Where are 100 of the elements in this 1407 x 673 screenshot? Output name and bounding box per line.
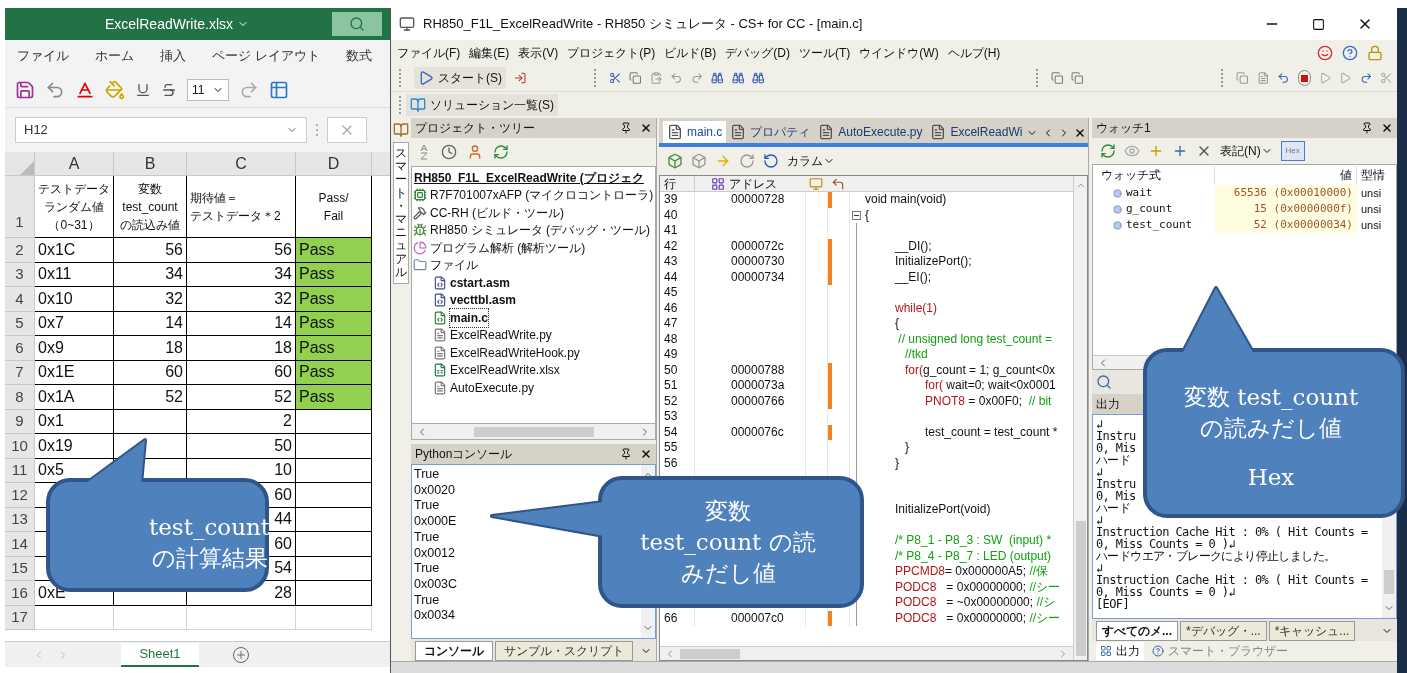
pin-icon[interactable] <box>620 122 632 134</box>
book-icon[interactable] <box>410 97 426 113</box>
paste-icon[interactable] <box>649 70 663 86</box>
column-header[interactable]: B <box>114 152 187 175</box>
ribbon-tab[interactable]: 挿入 <box>160 46 186 66</box>
output-tab[interactable]: すべてのメ... <box>1096 621 1178 641</box>
tree-item[interactable]: CC-RH (ビルド・ツール) <box>430 203 564 222</box>
collapse-icon[interactable] <box>852 210 861 220</box>
play-icon[interactable] <box>1318 70 1332 86</box>
scrollbar-thumb[interactable] <box>680 648 740 659</box>
menu-item[interactable]: ファイル(F) <box>397 43 461 62</box>
tree-item[interactable]: cstart.asm <box>450 273 511 292</box>
feedback-icon[interactable] <box>1317 44 1333 61</box>
document-icon[interactable] <box>730 124 747 140</box>
fill-color-icon[interactable] <box>105 79 125 100</box>
menu-item[interactable]: ビルド(B) <box>664 43 717 62</box>
monitor-icon[interactable] <box>808 176 824 191</box>
save-icon[interactable] <box>15 79 35 100</box>
tree-item[interactable]: ファイル <box>430 256 478 275</box>
window-icon[interactable] <box>1236 70 1249 86</box>
editor-tab[interactable]: AutoExecute.py <box>814 121 927 143</box>
undo-icon[interactable] <box>763 153 779 169</box>
sort-icon[interactable] <box>419 144 431 160</box>
add-watch-icon[interactable] <box>1148 143 1164 159</box>
menu-item[interactable]: ツール(T) <box>799 43 851 62</box>
menu-item[interactable]: プロジェクト(P) <box>567 43 656 62</box>
notation-button[interactable]: 表記(N) <box>1220 142 1273 160</box>
tree-item[interactable]: RH850 シミュレータ (デバッグ・ツール) <box>430 221 650 240</box>
help-icon[interactable] <box>1342 44 1358 61</box>
tree-item[interactable]: RH850_F1L_ExcelReadWrite (プロジェク <box>414 168 644 187</box>
manual-icon[interactable] <box>393 122 409 138</box>
menu-item[interactable]: ウインドウ(W) <box>859 43 939 62</box>
tree-item[interactable]: R7F701007xAFP (マイクロコントローラ) <box>430 186 654 205</box>
close-icon[interactable] <box>1381 122 1393 134</box>
document-icon[interactable] <box>930 124 947 140</box>
console-tab[interactable]: サンプル・スクリプト <box>495 641 633 661</box>
column-header[interactable]: C <box>187 152 296 175</box>
undo-icon[interactable] <box>670 70 683 86</box>
table-icon[interactable] <box>269 79 289 100</box>
tree-item[interactable]: プログラム解析 (解析ツール) <box>430 238 586 257</box>
maximize-button[interactable] <box>1312 17 1325 31</box>
underline-icon[interactable] <box>135 81 151 98</box>
editor-tab[interactable]: ExcelReadWi <box>926 121 1027 143</box>
menu-item[interactable]: 表示(V) <box>518 43 559 62</box>
grid-icon[interactable] <box>711 176 725 191</box>
ribbon-tab[interactable]: 数式 <box>345 46 372 66</box>
refresh-icon[interactable] <box>493 144 509 160</box>
panel-tab[interactable]: 出力 <box>1096 642 1144 660</box>
redo-icon[interactable] <box>239 79 259 100</box>
start-button[interactable]: スタート(S) <box>414 67 506 89</box>
menu-item[interactable]: ヘルプ(H) <box>947 43 1001 62</box>
add-icon[interactable] <box>1172 143 1188 159</box>
editor-tab[interactable]: main.c <box>663 121 727 143</box>
pointer-icon[interactable] <box>831 176 845 191</box>
output-tab[interactable]: *デバッグ・... <box>1180 621 1267 641</box>
side-tab[interactable]: スマート・マニュアル <box>393 142 409 284</box>
hex-button[interactable]: Hex <box>1280 141 1305 161</box>
console-tab[interactable]: コンソール <box>415 641 493 661</box>
copy-icon[interactable] <box>629 70 642 86</box>
refresh-icon[interactable] <box>1100 143 1116 159</box>
search-button[interactable] <box>332 12 382 36</box>
tree-item[interactable]: main.c <box>450 308 488 327</box>
output-tab[interactable]: *キャッシュ... <box>1268 621 1356 641</box>
ribbon-tab[interactable]: ページ レイアウト <box>212 46 320 66</box>
menu-item[interactable]: デバッグ(D) <box>725 43 790 62</box>
font-size-field[interactable]: 11 <box>187 78 229 101</box>
pin-icon[interactable] <box>620 448 632 460</box>
window-icon[interactable] <box>1071 70 1084 86</box>
exit-icon[interactable] <box>514 70 527 86</box>
tree-item[interactable]: vecttbl.asm <box>450 291 517 310</box>
tree-item[interactable]: ExcelReadWrite.xlsx <box>450 361 560 380</box>
redo-icon[interactable] <box>690 70 704 86</box>
scrollbar-thumb[interactable] <box>1075 520 1086 656</box>
scrollbar-thumb[interactable] <box>1384 570 1394 594</box>
menu-item[interactable]: 編集(E) <box>469 43 510 62</box>
clock-icon[interactable] <box>441 144 457 160</box>
undo-icon[interactable] <box>45 79 65 100</box>
window-icon[interactable] <box>1050 70 1064 86</box>
name-box[interactable]: H12 <box>15 117 307 143</box>
tree-item[interactable]: AutoExecute.py <box>450 378 535 397</box>
find-previous-icon[interactable] <box>731 70 745 86</box>
return-icon[interactable] <box>1277 70 1290 86</box>
play-icon[interactable] <box>1339 70 1352 86</box>
document-icon[interactable] <box>818 124 835 140</box>
close-icon[interactable] <box>640 448 652 460</box>
close-icon[interactable] <box>1074 127 1087 139</box>
user-icon[interactable] <box>467 144 483 160</box>
search-icon[interactable] <box>1096 374 1112 390</box>
pin-icon[interactable] <box>1361 122 1373 134</box>
step-icon[interactable] <box>1359 70 1373 86</box>
column-header[interactable]: A <box>35 152 114 175</box>
search-icon[interactable] <box>349 16 365 32</box>
cut-icon[interactable] <box>608 70 622 86</box>
find-next-icon[interactable] <box>752 70 765 86</box>
find-icon[interactable] <box>711 70 724 86</box>
close-icon[interactable] <box>640 122 652 134</box>
redo-icon[interactable] <box>739 153 755 169</box>
lock-icon[interactable] <box>1367 44 1383 61</box>
play-icon[interactable] <box>418 70 434 86</box>
document-icon[interactable] <box>667 124 683 140</box>
